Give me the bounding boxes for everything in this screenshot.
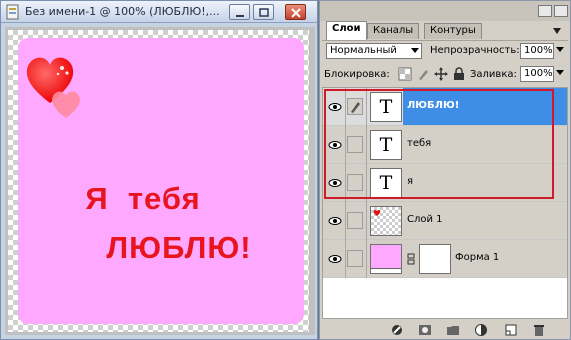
layer-link-cell[interactable] bbox=[347, 250, 363, 267]
fill-label: Заливка: bbox=[470, 69, 517, 80]
adjustment-layer-icon[interactable] bbox=[474, 323, 488, 337]
close-icon bbox=[291, 8, 301, 18]
panel-menu-icon[interactable] bbox=[550, 25, 566, 37]
maximize-button[interactable] bbox=[253, 4, 274, 20]
heart-thumb-icon bbox=[373, 210, 381, 216]
vector-mask-thumbnail[interactable] bbox=[419, 244, 451, 274]
lock-label: Блокировка: bbox=[324, 69, 390, 80]
transparency-checkerboard: Я тебя ЛЮБЛЮ! bbox=[8, 30, 309, 332]
column-divider bbox=[366, 202, 367, 240]
column-divider bbox=[345, 240, 346, 278]
blend-mode-select[interactable]: Нормальный bbox=[326, 43, 422, 59]
new-group-icon[interactable] bbox=[446, 323, 460, 337]
highlight-frame bbox=[324, 89, 554, 199]
canvas-text-line-1: Я тебя bbox=[85, 181, 201, 216]
chevron-down-icon bbox=[411, 48, 419, 53]
layer-style-icon[interactable] bbox=[418, 323, 432, 337]
layer-thumbnail-raster bbox=[370, 206, 402, 236]
tab-layers[interactable]: Слои bbox=[326, 21, 367, 40]
canvas-area[interactable]: Я тебя ЛЮБЛЮ! bbox=[5, 27, 315, 335]
visibility-eye-icon[interactable] bbox=[327, 251, 343, 267]
tab-paths[interactable]: Контуры bbox=[424, 23, 482, 39]
panel-header bbox=[320, 1, 570, 21]
fill-arrow-icon[interactable] bbox=[556, 70, 564, 76]
document-window: Без имени-1 @ 100% (ЛЮБЛЮ!,... Я тебя ЛЮ… bbox=[0, 0, 318, 340]
minimize-icon bbox=[236, 15, 244, 17]
opacity-label: Непрозрачность: bbox=[430, 45, 520, 56]
layer-thumbnail-fill bbox=[370, 244, 402, 274]
column-divider bbox=[345, 202, 346, 240]
layer-name[interactable]: Слой 1 bbox=[407, 214, 443, 225]
close-button[interactable] bbox=[285, 4, 306, 20]
layer-row-sloy-1[interactable]: Слой 1 bbox=[323, 202, 567, 240]
canvas-text-line-2: ЛЮБЛЮ! bbox=[106, 230, 252, 265]
layer-row-forma-1[interactable]: Форма 1 bbox=[323, 240, 567, 278]
delete-layer-icon[interactable] bbox=[532, 323, 546, 337]
tab-channels[interactable]: Каналы bbox=[367, 23, 420, 39]
panel-minimize-button[interactable] bbox=[538, 5, 552, 17]
lock-transparency-icon[interactable] bbox=[398, 67, 412, 81]
separator bbox=[322, 40, 568, 41]
layer-link-cell[interactable] bbox=[347, 212, 363, 229]
layer-list: T ЛЮБЛЮ! T тебя T я Слой 1 Форма 1 bbox=[322, 87, 568, 319]
maximize-icon bbox=[259, 8, 269, 17]
hearts-icon bbox=[26, 57, 80, 118]
new-layer-icon[interactable] bbox=[504, 323, 518, 337]
fill-input[interactable]: 100% bbox=[520, 66, 554, 82]
lock-image-brush-icon[interactable] bbox=[416, 67, 430, 81]
link-layers-icon[interactable] bbox=[390, 323, 404, 337]
column-divider bbox=[366, 240, 367, 278]
document-icon bbox=[6, 4, 19, 20]
layers-panel: Слои Каналы Контуры Нормальный Непрозрач… bbox=[319, 0, 571, 340]
document-title: Без имени-1 @ 100% (ЛЮБЛЮ!,... bbox=[25, 5, 220, 18]
layers-bottom-toolbar bbox=[322, 321, 568, 339]
blend-mode-value: Нормальный bbox=[330, 45, 397, 56]
lock-all-icon[interactable] bbox=[452, 67, 466, 81]
visibility-eye-icon[interactable] bbox=[327, 213, 343, 229]
opacity-input[interactable]: 100% bbox=[520, 43, 554, 59]
opacity-arrow-icon[interactable] bbox=[556, 47, 564, 53]
minimize-button[interactable] bbox=[229, 4, 250, 20]
layer-name[interactable]: Форма 1 bbox=[455, 252, 499, 263]
mask-link-icon[interactable] bbox=[407, 253, 415, 265]
lock-position-move-icon[interactable] bbox=[434, 67, 448, 81]
panel-close-button[interactable] bbox=[554, 5, 568, 17]
document-title-bar[interactable]: Без имени-1 @ 100% (ЛЮБЛЮ!,... bbox=[1, 1, 317, 23]
